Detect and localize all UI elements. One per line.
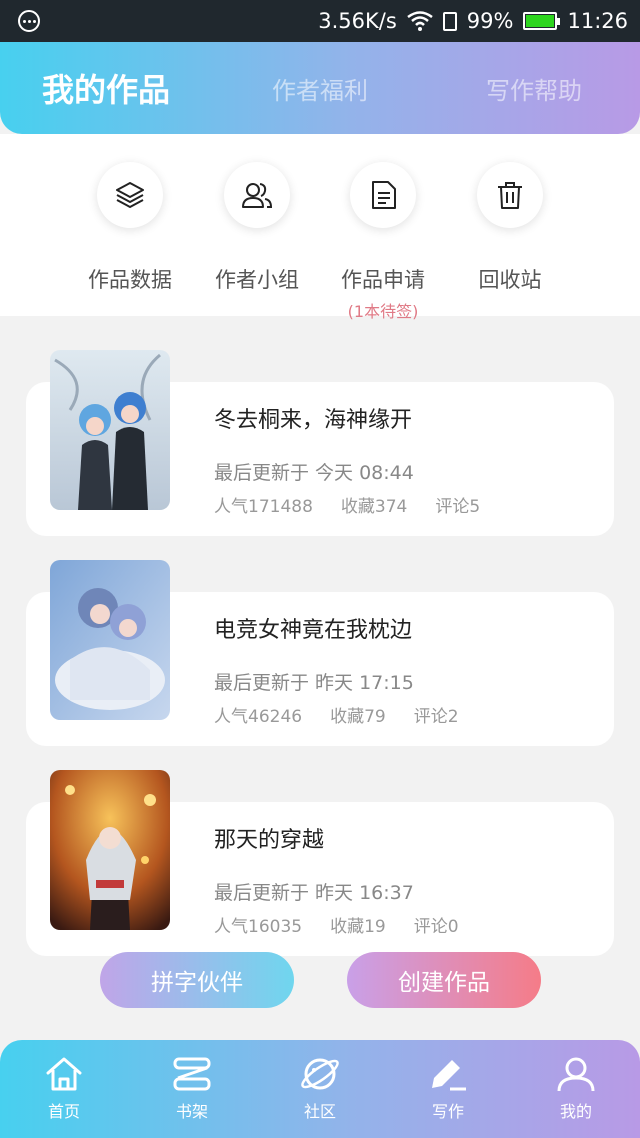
nav-label: 首页	[47, 1102, 80, 1121]
quick-action-label: 回收站	[478, 268, 542, 292]
quick-action-label: 作品数据	[88, 268, 172, 292]
work-popularity: 人气16035	[214, 917, 303, 937]
work-stats: 人气171488 收藏374 评论5	[214, 492, 508, 517]
nav-label: 社区	[303, 1102, 336, 1121]
nav-item-bookshelf[interactable]: 书架	[152, 1056, 232, 1122]
header: 我的作品 作者福利 写作帮助	[0, 42, 640, 134]
work-comments: 评论0	[413, 917, 459, 937]
nav-label: 书架	[175, 1102, 208, 1121]
document-icon	[372, 181, 396, 209]
quick-action-circle	[350, 162, 416, 228]
work-stats: 人气16035 收藏19 评论0	[214, 912, 487, 937]
work-cover-image[interactable]	[50, 770, 170, 930]
quick-action-label: 作者小组	[215, 268, 299, 292]
work-favorites: 收藏374	[340, 497, 408, 517]
work-popularity: 人气46246	[214, 707, 303, 727]
work-updated: 最后更新于 昨天 17:15	[214, 672, 414, 694]
work-popularity: 人气171488	[214, 497, 313, 517]
tab-author-benefits[interactable]: 作者福利	[272, 71, 368, 106]
quick-action-circle	[224, 162, 290, 228]
nav-label: 写作	[431, 1102, 464, 1121]
status-bar: 3.56K/s 99% 11:26	[0, 0, 640, 42]
tab-writing-help[interactable]: 写作帮助	[486, 71, 582, 106]
work-title: 那天的穿越	[214, 828, 325, 853]
work-favorites: 收藏19	[330, 917, 386, 937]
bottom-nav: 首页 书架 社区 写作 我的	[0, 1040, 640, 1138]
work-title: 冬去桐来，海神缘开	[214, 408, 413, 433]
nav-label: 我的	[559, 1102, 592, 1121]
tab-my-works[interactable]: 我的作品	[42, 65, 170, 111]
battery-percent: 99%	[466, 9, 514, 33]
quick-action-recycle-bin[interactable]: 回收站	[445, 162, 575, 294]
quick-action-circle	[477, 162, 543, 228]
create-work-button[interactable]: 创建作品	[347, 952, 541, 1008]
planet-icon	[301, 1058, 339, 1090]
quick-action-label: 作品申请	[341, 268, 425, 292]
work-updated: 最后更新于 今天 08:44	[214, 462, 414, 484]
bookshelf-icon	[173, 1057, 211, 1091]
wifi-icon	[407, 11, 433, 31]
work-cover-image[interactable]	[50, 560, 170, 720]
work-updated: 最后更新于 昨天 16:37	[214, 882, 414, 904]
work-stats: 人气46246 收藏79 评论2	[214, 702, 487, 727]
work-title: 电竞女神竟在我枕边	[214, 618, 413, 643]
quick-action-circle	[97, 162, 163, 228]
nav-item-write[interactable]: 写作	[408, 1056, 488, 1122]
typing-partner-button[interactable]: 拼字伙伴	[100, 952, 294, 1008]
nav-item-me[interactable]: 我的	[536, 1056, 616, 1122]
pen-icon	[432, 1060, 466, 1091]
battery-icon	[523, 12, 561, 30]
quick-action-work-data[interactable]: 作品数据	[65, 162, 195, 294]
sim-icon	[442, 11, 457, 31]
pending-sign-count: (1本待签)	[347, 302, 419, 321]
quick-action-work-application[interactable]: 作品申请 (1本待签)	[318, 162, 448, 322]
user-icon	[557, 1057, 595, 1092]
network-speed: 3.56K/s	[318, 9, 397, 33]
quick-action-author-group[interactable]: 作者小组	[192, 162, 322, 294]
nav-item-community[interactable]: 社区	[280, 1056, 360, 1122]
nav-item-home[interactable]: 首页	[24, 1056, 104, 1122]
home-icon	[46, 1057, 82, 1091]
work-favorites: 收藏79	[330, 707, 386, 727]
group-icon	[242, 183, 273, 208]
work-comments: 评论5	[435, 497, 481, 517]
more-icon	[18, 10, 40, 32]
work-cover-image[interactable]	[50, 350, 170, 510]
work-comments: 评论2	[413, 707, 459, 727]
quick-actions: 作品数据 作者小组 作品申请 (1本待签) 回收站	[0, 134, 640, 321]
layers-icon	[116, 182, 144, 208]
trash-icon	[498, 182, 522, 209]
clock: 11:26	[567, 9, 628, 33]
